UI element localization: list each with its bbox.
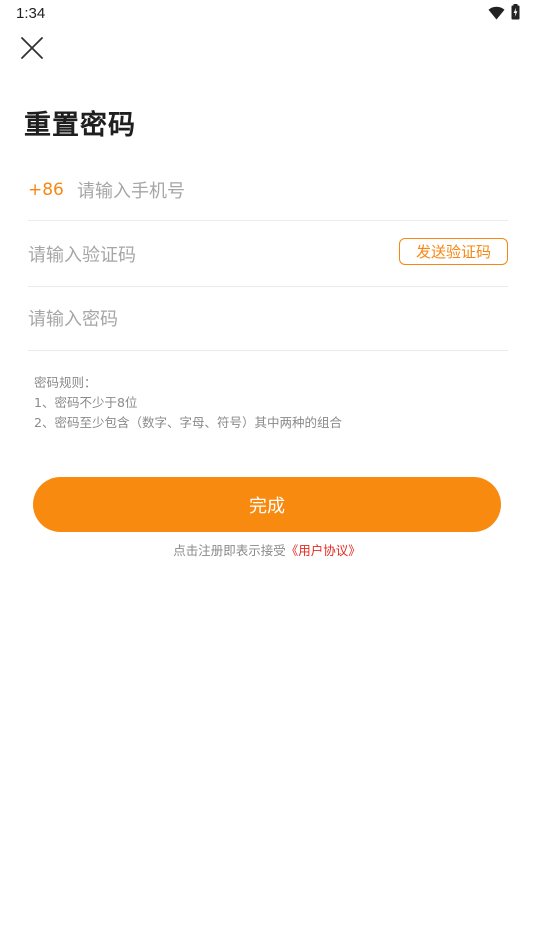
status-time: 1:34 [16,5,46,22]
phone-row: +86 [28,158,508,221]
password-rule-item: 2、密码至少包含（数字、字母、符号）其中两种的组合 [34,415,342,430]
password-rules: 密码规则： 1、密码不少于8位 2、密码至少包含（数字、字母、符号）其中两种的组… [34,373,342,433]
wifi-icon [488,5,505,24]
phone-input[interactable] [77,178,377,204]
page-title: 重置密码 [24,110,136,141]
code-row: 发送验证码 [28,222,508,287]
country-code-selector[interactable]: +86 [28,180,64,200]
battery-charging-icon [511,4,520,24]
agreement-text: 点击注册即表示接受 [173,543,286,558]
user-agreement-link[interactable]: 《用户协议》 [286,543,361,558]
password-input[interactable] [28,306,408,332]
agreement-notice: 点击注册即表示接受《用户协议》 [0,540,534,559]
submit-button[interactable]: 完成 [33,477,501,532]
send-code-button[interactable]: 发送验证码 [399,238,508,265]
password-rules-heading: 密码规则： [34,375,97,390]
password-row [28,286,508,351]
status-bar: 1:34 [0,0,534,28]
status-icons [488,4,520,24]
verification-code-input[interactable] [28,242,328,268]
close-button[interactable] [16,34,48,66]
close-icon [21,37,43,63]
password-rule-item: 1、密码不少于8位 [34,395,138,410]
